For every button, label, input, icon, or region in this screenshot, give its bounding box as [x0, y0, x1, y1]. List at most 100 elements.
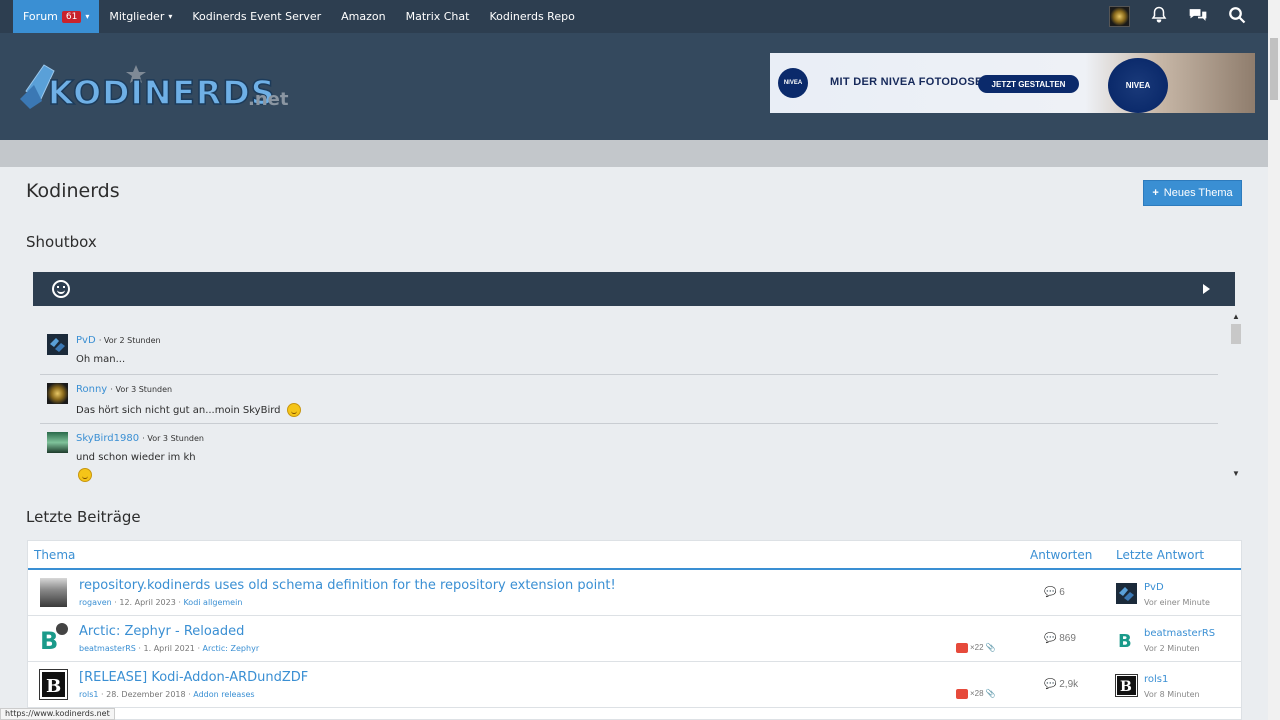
search-icon[interactable] — [1228, 6, 1246, 27]
nav-matrix-chat[interactable]: Matrix Chat — [396, 0, 480, 33]
plus-icon: + — [1152, 187, 1159, 199]
message-text: und schon wieder im kh — [76, 452, 196, 463]
table-row: B [RELEASE] Kodi-Addon-ARDundZDF rols1 ·… — [28, 662, 1241, 708]
user-avatar[interactable] — [1109, 6, 1130, 27]
avatar[interactable]: B — [1116, 629, 1137, 652]
svg-text:B: B — [1120, 679, 1132, 695]
site-header: KODINERDS .net NIVEA MIT DER NIVEA FOTOD… — [0, 33, 1268, 140]
thread-author[interactable]: rols1 — [79, 690, 99, 699]
avatar[interactable] — [40, 578, 67, 607]
reply-count: 💬 6 — [1044, 587, 1065, 598]
status-bar-url: https://www.kodinerds.net — [0, 708, 115, 720]
message-author[interactable]: PvD — [76, 335, 96, 346]
last-reply-user[interactable]: beatmasterRS — [1144, 628, 1215, 639]
thread-title[interactable]: Arctic: Zephyr - Reloaded — [79, 624, 244, 639]
banner-text: MIT DER NIVEA FOTODOSE — [830, 76, 983, 88]
recent-posts-table: Thema Antworten Letzte Antwort repositor… — [27, 540, 1242, 720]
thread-forum[interactable]: Kodi allgemein — [183, 598, 242, 607]
table-row: B Arctic: Zephyr - Reloaded beatmasterRS… — [28, 616, 1241, 662]
scroll-thumb[interactable] — [1270, 38, 1278, 100]
notification-badge: 61 — [61, 10, 82, 23]
message-author[interactable]: Ronny — [76, 384, 107, 395]
thread-forum[interactable]: Addon releases — [193, 690, 254, 699]
play-icon[interactable] — [1203, 284, 1210, 294]
nav-forum[interactable]: Forum 61 ▾ — [13, 0, 100, 33]
column-topic[interactable]: Thema — [34, 548, 75, 562]
conversations-icon[interactable] — [1188, 6, 1208, 27]
nav-mitglieder-label: Mitglieder — [109, 10, 165, 23]
last-reply-user[interactable]: rols1 — [1144, 674, 1168, 685]
nav-mitglieder[interactable]: Mitglieder ▾ — [99, 0, 182, 33]
shoutbox-toolbar — [33, 272, 1235, 306]
avatar[interactable] — [47, 334, 68, 355]
attachment-icon: 📎 — [985, 643, 996, 653]
smile-emoji-icon — [286, 403, 301, 417]
column-last-reply[interactable]: Letzte Antwort — [1116, 548, 1204, 562]
logo-suffix: .net — [248, 89, 289, 110]
avatar[interactable] — [1116, 583, 1137, 604]
shoutbox-message: Ronny · Vor 3 Stunden Das hört sich nich… — [40, 375, 1218, 424]
banner-cta-button[interactable]: JETZT GESTALTEN — [978, 75, 1079, 93]
thread-author[interactable]: rogaven — [79, 598, 112, 607]
avatar[interactable]: B — [1115, 674, 1138, 697]
column-replies[interactable]: Antworten — [1030, 548, 1092, 562]
message-author[interactable]: SkyBird1980 — [76, 433, 139, 444]
last-reply-time: Vor einer Minute — [1144, 598, 1210, 607]
avatar[interactable]: B — [39, 669, 68, 700]
message-text: Das hört sich nicht gut an...moin SkyBir… — [76, 405, 281, 416]
thumbs-up-icon — [956, 689, 968, 699]
chevron-down-icon: ▾ — [85, 12, 90, 21]
shoutbox-messages: PvD · Vor 2 Stunden Oh man... Ronny · Vo… — [40, 326, 1218, 486]
thread-title[interactable]: repository.kodinerds uses old schema def… — [79, 578, 616, 593]
page-scrollbar[interactable] — [1268, 0, 1280, 720]
advertisement-banner[interactable]: NIVEA MIT DER NIVEA FOTODOSE JETZT GESTA… — [770, 53, 1255, 113]
new-thread-button[interactable]: + Neues Thema — [1143, 180, 1242, 206]
thread-meta: beatmasterRS · 1. April 2021 · Arctic: Z… — [79, 644, 260, 653]
top-navigation: Forum 61 ▾ Mitglieder ▾ Kodinerds Event … — [0, 0, 1268, 33]
site-logo[interactable]: KODINERDS .net — [20, 61, 298, 117]
scroll-down-icon[interactable]: ▼ — [1232, 469, 1240, 478]
thread-forum[interactable]: Arctic: Zephyr — [203, 644, 260, 653]
nav-amazon[interactable]: Amazon — [331, 0, 395, 33]
reply-count-value: 6 — [1059, 587, 1065, 598]
like-count-value: ×22 — [970, 643, 984, 653]
like-count-value: ×28 — [970, 689, 984, 699]
reply-count: 💬 2,9k — [1044, 679, 1078, 690]
scroll-up-icon[interactable]: ▲ — [1232, 312, 1240, 321]
message-time: · Vor 2 Stunden — [98, 336, 161, 345]
smiley-icon[interactable] — [52, 280, 70, 298]
page-title: Kodinerds — [26, 180, 120, 202]
nav-forum-label: Forum — [23, 10, 58, 23]
pin-icon — [55, 622, 69, 636]
last-reply-user[interactable]: PvD — [1144, 582, 1164, 593]
reply-count-value: 2,9k — [1059, 679, 1079, 690]
nivea-logo: NIVEA — [778, 68, 808, 98]
shoutbox-scrollbar[interactable]: ▲ ▼ — [1230, 312, 1242, 482]
shoutbox-title: Shoutbox — [26, 233, 97, 251]
thread-author[interactable]: beatmasterRS — [79, 644, 136, 653]
thread-title[interactable]: [RELEASE] Kodi-Addon-ARDundZDF — [79, 670, 308, 685]
thread-date: 28. Dezember 2018 — [106, 690, 186, 699]
shoutbox-message: PvD · Vor 2 Stunden Oh man... — [40, 326, 1218, 375]
reply-count: 💬 869 — [1044, 633, 1076, 644]
message-time: · Vor 3 Stunden — [110, 385, 173, 394]
table-header: Thema Antworten Letzte Antwort — [28, 541, 1241, 570]
last-reply-time: Vor 2 Minuten — [1144, 644, 1200, 653]
nav-event-server[interactable]: Kodinerds Event Server — [182, 0, 331, 33]
recent-posts-title: Letzte Beiträge — [26, 508, 141, 526]
nav-kodinerds-repo[interactable]: Kodinerds Repo — [479, 0, 584, 33]
message-time: · Vor 3 Stunden — [142, 434, 204, 443]
table-row: repository.kodinerds uses old schema def… — [28, 570, 1241, 616]
scroll-thumb[interactable] — [1231, 324, 1241, 344]
bell-icon[interactable] — [1150, 6, 1168, 27]
last-reply-time: Vor 8 Minuten — [1144, 690, 1200, 699]
avatar[interactable] — [47, 383, 68, 404]
svg-text:B: B — [46, 676, 61, 697]
sub-navigation-bar — [0, 140, 1268, 167]
svg-text:B: B — [1118, 631, 1132, 650]
like-count: ×28 📎 — [956, 689, 996, 699]
avatar[interactable] — [47, 432, 68, 453]
comment-icon: 💬 — [1044, 679, 1057, 690]
sad-emoji-icon — [78, 467, 92, 482]
message-text: Oh man... — [76, 354, 126, 365]
